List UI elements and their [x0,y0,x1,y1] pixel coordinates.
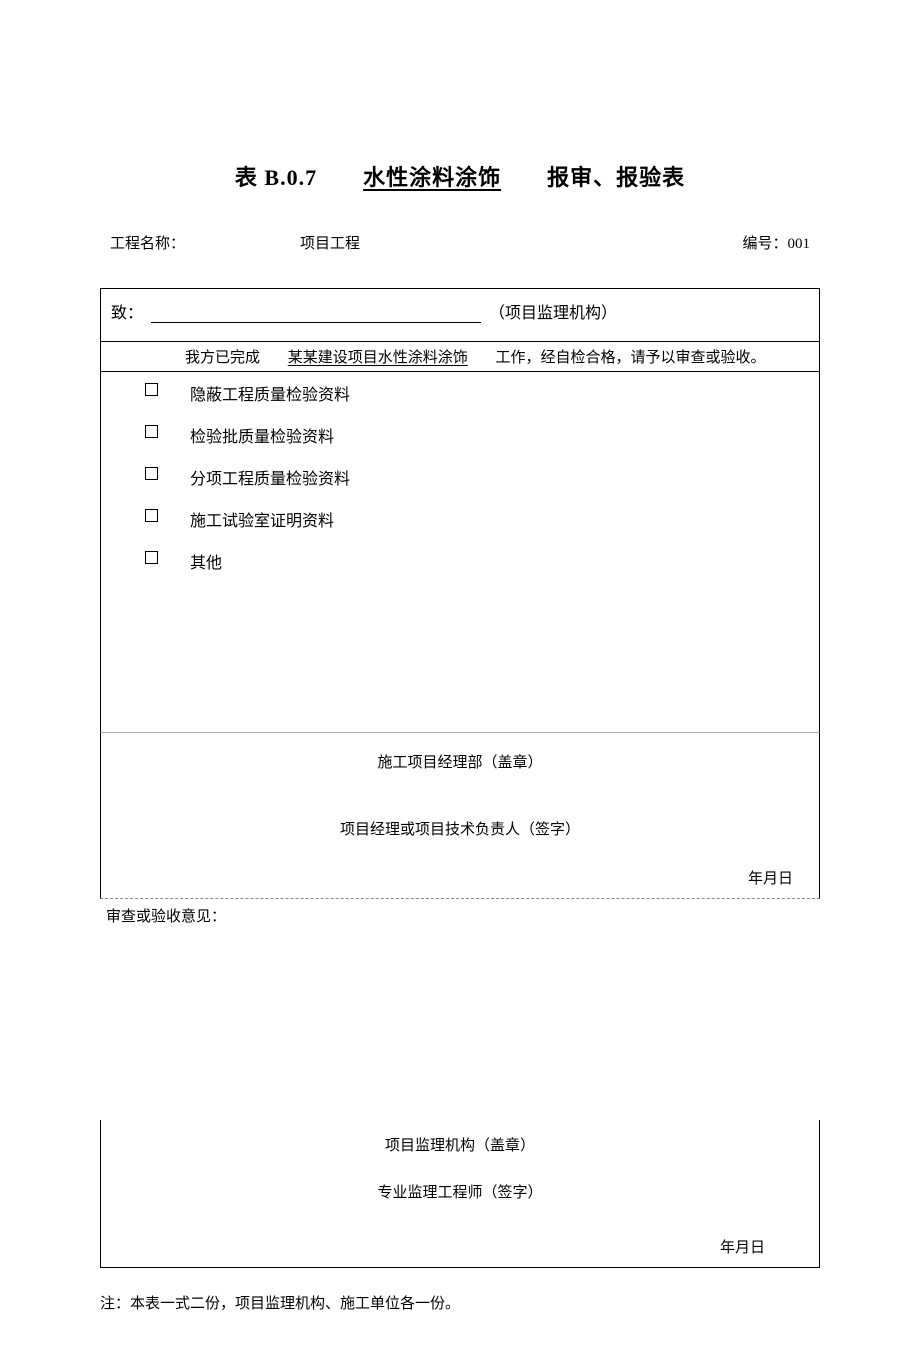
meta-docno: 编号：001 [742,232,810,253]
completed-suffix: 工作，经自检合格，请予以审查或验收。 [496,350,766,366]
attachment-checklist: 隐蔽工程质量检验资料 检验批质量检验资料 分项工程质量检验资料 施工试验室证明资… [101,372,819,582]
check-label: 检验批质量检验资料 [190,423,334,447]
check-item: 隐蔽工程质量检验资料 [145,372,819,414]
title-subject: 水性涂料涂饰 [363,165,501,190]
supervisor-signature-line: 专业监理工程师（签字） [121,1181,799,1202]
section-supervisor-sign: 项目监理机构（盖章） 专业监理工程师（签字） 年月日 [100,1120,820,1268]
check-label: 分项工程质量检验资料 [190,465,350,489]
project-name-value: 项目工程 [300,232,360,253]
check-item: 分项工程质量检验资料 [145,456,819,498]
document-title: 表 B.0.7 水性涂料涂饰 报审、报验表 [100,160,820,192]
title-suffix: 报审、报验表 [547,165,685,190]
contractor-seal-line: 施工项目经理部（盖章） [121,751,799,772]
checkbox-icon[interactable] [145,551,158,564]
document-page: 表 B.0.7 水性涂料涂饰 报审、报验表 工程名称： 项目工程 编号：001 致：… [0,0,920,1353]
completed-prefix: 我方已完成 [185,350,260,366]
meta-project: 工程名称： 项目工程 [110,232,360,253]
review-opinion-label: 审查或验收意见： [100,899,820,926]
contractor-date: 年月日 [121,867,799,888]
doc-no-label: 编号： [742,236,787,252]
supervisor-seal-line: 项目监理机构（盖章） [121,1134,799,1155]
to-label: 致： [111,305,143,322]
checkbox-icon[interactable] [145,425,158,438]
footnote: 注：本表一式二份，项目监理机构、施工单位各一份。 [100,1292,820,1313]
supervisor-date: 年月日 [121,1236,799,1257]
completed-statement: 我方已完成 某某建设项目水性涂料涂饰 工作，经自检合格，请予以审查或验收。 [101,341,819,372]
check-label: 隐蔽工程质量检验资料 [190,381,350,405]
to-suffix: （项目监理机构） [489,305,617,322]
check-item: 检验批质量检验资料 [145,414,819,456]
project-name-label: 工程名称： [110,232,190,253]
section-contractor-sign: 施工项目经理部（盖章） 项目经理或项目技术负责人（签字） 年月日 [100,732,820,899]
checkbox-icon[interactable] [145,383,158,396]
completed-subject: 某某建设项目水性涂料涂饰 [288,350,468,366]
to-line: 致： （项目监理机构） [111,299,779,323]
check-item: 施工试验室证明资料 [145,498,819,540]
to-blank [151,305,481,323]
meta-row: 工程名称： 项目工程 编号：001 [100,232,820,253]
title-prefix: 表 B.0.7 [235,165,317,190]
checkbox-icon[interactable] [145,467,158,480]
check-label: 其他 [190,549,222,573]
checkbox-icon[interactable] [145,509,158,522]
section-applicant: 致： （项目监理机构） 我方已完成 某某建设项目水性涂料涂饰 工作，经自检合格，… [100,288,820,732]
check-item: 其他 [145,540,819,582]
pm-signature-line: 项目经理或项目技术负责人（签字） [121,818,799,839]
spacer [101,582,819,732]
check-label: 施工试验室证明资料 [190,507,334,531]
doc-no-value: 001 [788,236,811,252]
